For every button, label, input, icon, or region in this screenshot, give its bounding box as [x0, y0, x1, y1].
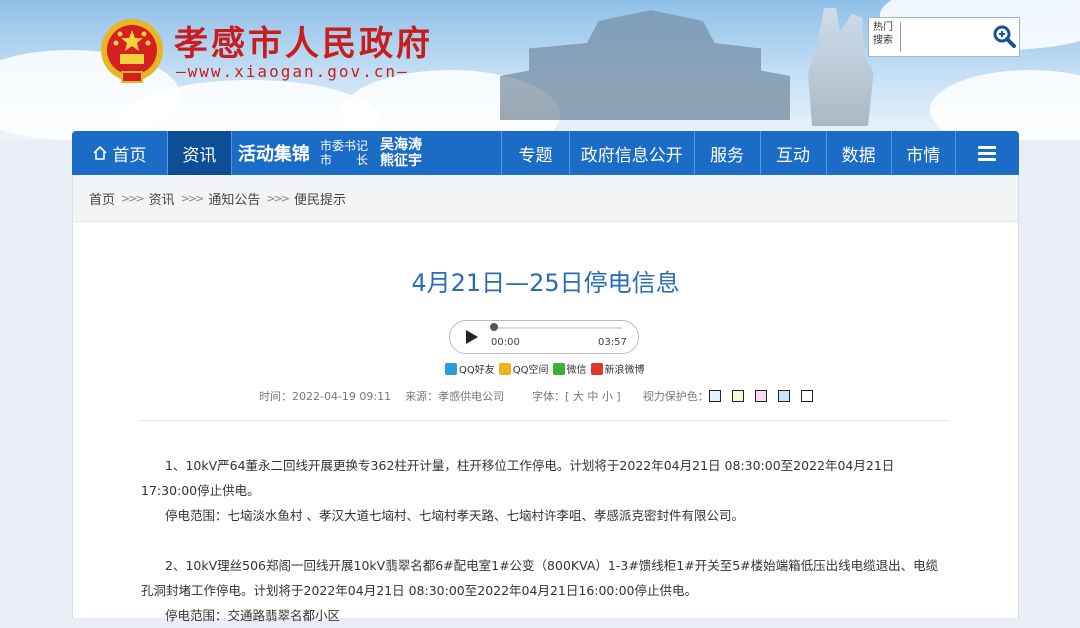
activity-title: 活动集锦: [237, 144, 310, 165]
activity-names: 吴海涛 熊征宇: [380, 137, 422, 169]
site-title[interactable]: 孝感市人民政府: [174, 16, 433, 65]
breadcrumb: 首页 >>> 资讯 >>> 通知公告 >>> 便民提示: [73, 175, 1018, 222]
nav-service-label: 服务: [710, 145, 745, 166]
share-qq-friend[interactable]: QQ好友: [445, 361, 495, 376]
search-box: 热门搜索: [868, 17, 1020, 57]
breadcrumb-home[interactable]: 首页: [89, 189, 115, 208]
share-bar: QQ好友 QQ空间 微信 新浪微博: [445, 361, 649, 376]
audio-player: 00:00 03:57: [449, 320, 639, 354]
name-mayor[interactable]: 熊征宇: [380, 153, 422, 169]
site-url: —www.xiaogan.gov.cn—: [176, 62, 409, 81]
role-party-secretary: 市委书记: [319, 139, 368, 153]
nav-gov-info-label: 政府信息公开: [580, 145, 683, 166]
qq-icon: [445, 362, 457, 375]
eye-color-swatch[interactable]: [800, 390, 813, 402]
share-weibo[interactable]: 新浪微博: [590, 361, 645, 376]
nav-service[interactable]: 服务: [695, 131, 761, 175]
name-party-secretary[interactable]: 吴海涛: [380, 137, 422, 153]
breadcrumb-separator-icon: >>>: [266, 191, 290, 205]
menu-icon: [978, 146, 997, 161]
home-icon: [93, 145, 107, 160]
content-divider: [140, 420, 948, 421]
audio-progress-track[interactable]: [492, 327, 622, 329]
eye-color-swatch[interactable]: [708, 390, 721, 402]
audio-current-time: 00:00: [491, 337, 520, 348]
nav-topics-label: 专题: [518, 145, 553, 166]
wechat-icon: [552, 362, 565, 375]
share-weibo-label: 新浪微博: [604, 365, 645, 376]
search-icon[interactable]: [991, 23, 1017, 49]
audio-duration: 03:57: [598, 337, 627, 348]
article-paragraph: 停电范围：交通路翡翠名都小区: [165, 608, 341, 623]
eye-color-swatch[interactable]: [754, 390, 767, 402]
eye-protection-label: 视力保护色：: [642, 390, 709, 403]
article-title: 4月21日—25日停电信息: [411, 269, 680, 297]
share-wechat-label: 微信: [566, 365, 587, 376]
play-icon[interactable]: [466, 330, 478, 344]
breadcrumb-news[interactable]: 资讯: [149, 189, 175, 208]
main-content: 首页 >>> 资讯 >>> 通知公告 >>> 便民提示 4月21日—25日停电信…: [72, 175, 1019, 623]
cloud-decoration: [930, 70, 1080, 140]
article-body: 1、10kV严64董永二回线开展更换专362柱开计量，柱开移位工作停电。计划将于…: [141, 453, 947, 628]
search-input[interactable]: [905, 23, 989, 53]
nav-gov-info[interactable]: 政府信息公开: [570, 131, 695, 175]
qzone-icon: [498, 362, 511, 375]
pavilion-image: [500, 10, 790, 120]
nav-city-label: 市情: [906, 145, 941, 166]
nav-city[interactable]: 市情: [892, 131, 956, 175]
nav-menu-button[interactable]: [956, 131, 1019, 175]
article-paragraph: 1、10kV严64董永二回线开展更换专362柱开计量，柱开移位工作停电。计划将于…: [141, 458, 895, 498]
nav-activity[interactable]: 活动集锦 市委书记 市 长 吴海涛 熊征宇: [232, 131, 503, 175]
font-size-switcher[interactable]: 字体：[ 大 中 小 ]: [532, 388, 621, 404]
article-source: 来源：孝感供电公司: [405, 390, 505, 403]
publish-time: 时间：2022-04-19 09:11: [259, 390, 392, 403]
nav-topics[interactable]: 专题: [502, 131, 570, 175]
main-nav: 首页 资讯 活动集锦 市委书记 市 长 吴海涛 熊征宇 专题 政府信息公开 服务…: [72, 131, 1019, 175]
eye-color-swatch[interactable]: [731, 390, 744, 402]
audio-progress-knob[interactable]: [490, 323, 498, 331]
breadcrumb-separator-icon: >>>: [180, 191, 205, 205]
activity-roles: 市委书记 市 长: [320, 139, 368, 167]
share-qq-friend-label: QQ好友: [459, 365, 495, 376]
article-meta: 时间：2022-04-19 09:11 来源：孝感供电公司 字体：[ 大 中 小…: [259, 388, 824, 404]
breadcrumb-tips[interactable]: 便民提示: [294, 189, 346, 208]
search-divider: [900, 22, 901, 52]
nav-interact-label: 互动: [776, 145, 811, 166]
article-paragraph: 停电范围：七垴淡水鱼村 、孝汉大道七垴村、七垴村孝天路、七垴村许李咀、孝感派克密…: [165, 508, 744, 523]
share-qq-zone-label: QQ空间: [512, 365, 549, 376]
weibo-icon: [590, 362, 603, 375]
breadcrumb-separator-icon: >>>: [121, 191, 145, 205]
article-paragraph: 2、10kV理丝506郑阁一回线开展10kV翡翠名都6#配电室1#公变（800K…: [141, 558, 939, 598]
national-emblem-icon: [101, 19, 163, 83]
eye-color-swatch[interactable]: [777, 390, 790, 402]
nav-interact[interactable]: 互动: [761, 131, 827, 175]
nav-news[interactable]: 资讯: [167, 131, 232, 175]
site-header: 孝感市人民政府 —www.xiaogan.gov.cn— 热门搜索: [0, 0, 1080, 140]
share-wechat[interactable]: 微信: [552, 361, 587, 376]
nav-home-label: 首页: [112, 145, 147, 166]
hot-search-label[interactable]: 热门搜索: [873, 21, 899, 47]
share-qq-zone[interactable]: QQ空间: [498, 361, 549, 376]
nav-data-label: 数据: [841, 145, 876, 166]
nav-data[interactable]: 数据: [827, 131, 892, 175]
nav-news-label: 资讯: [182, 145, 217, 166]
breadcrumb-notices[interactable]: 通知公告: [208, 189, 260, 208]
nav-home[interactable]: 首页: [72, 131, 168, 175]
role-mayor: 市 长: [319, 153, 368, 167]
